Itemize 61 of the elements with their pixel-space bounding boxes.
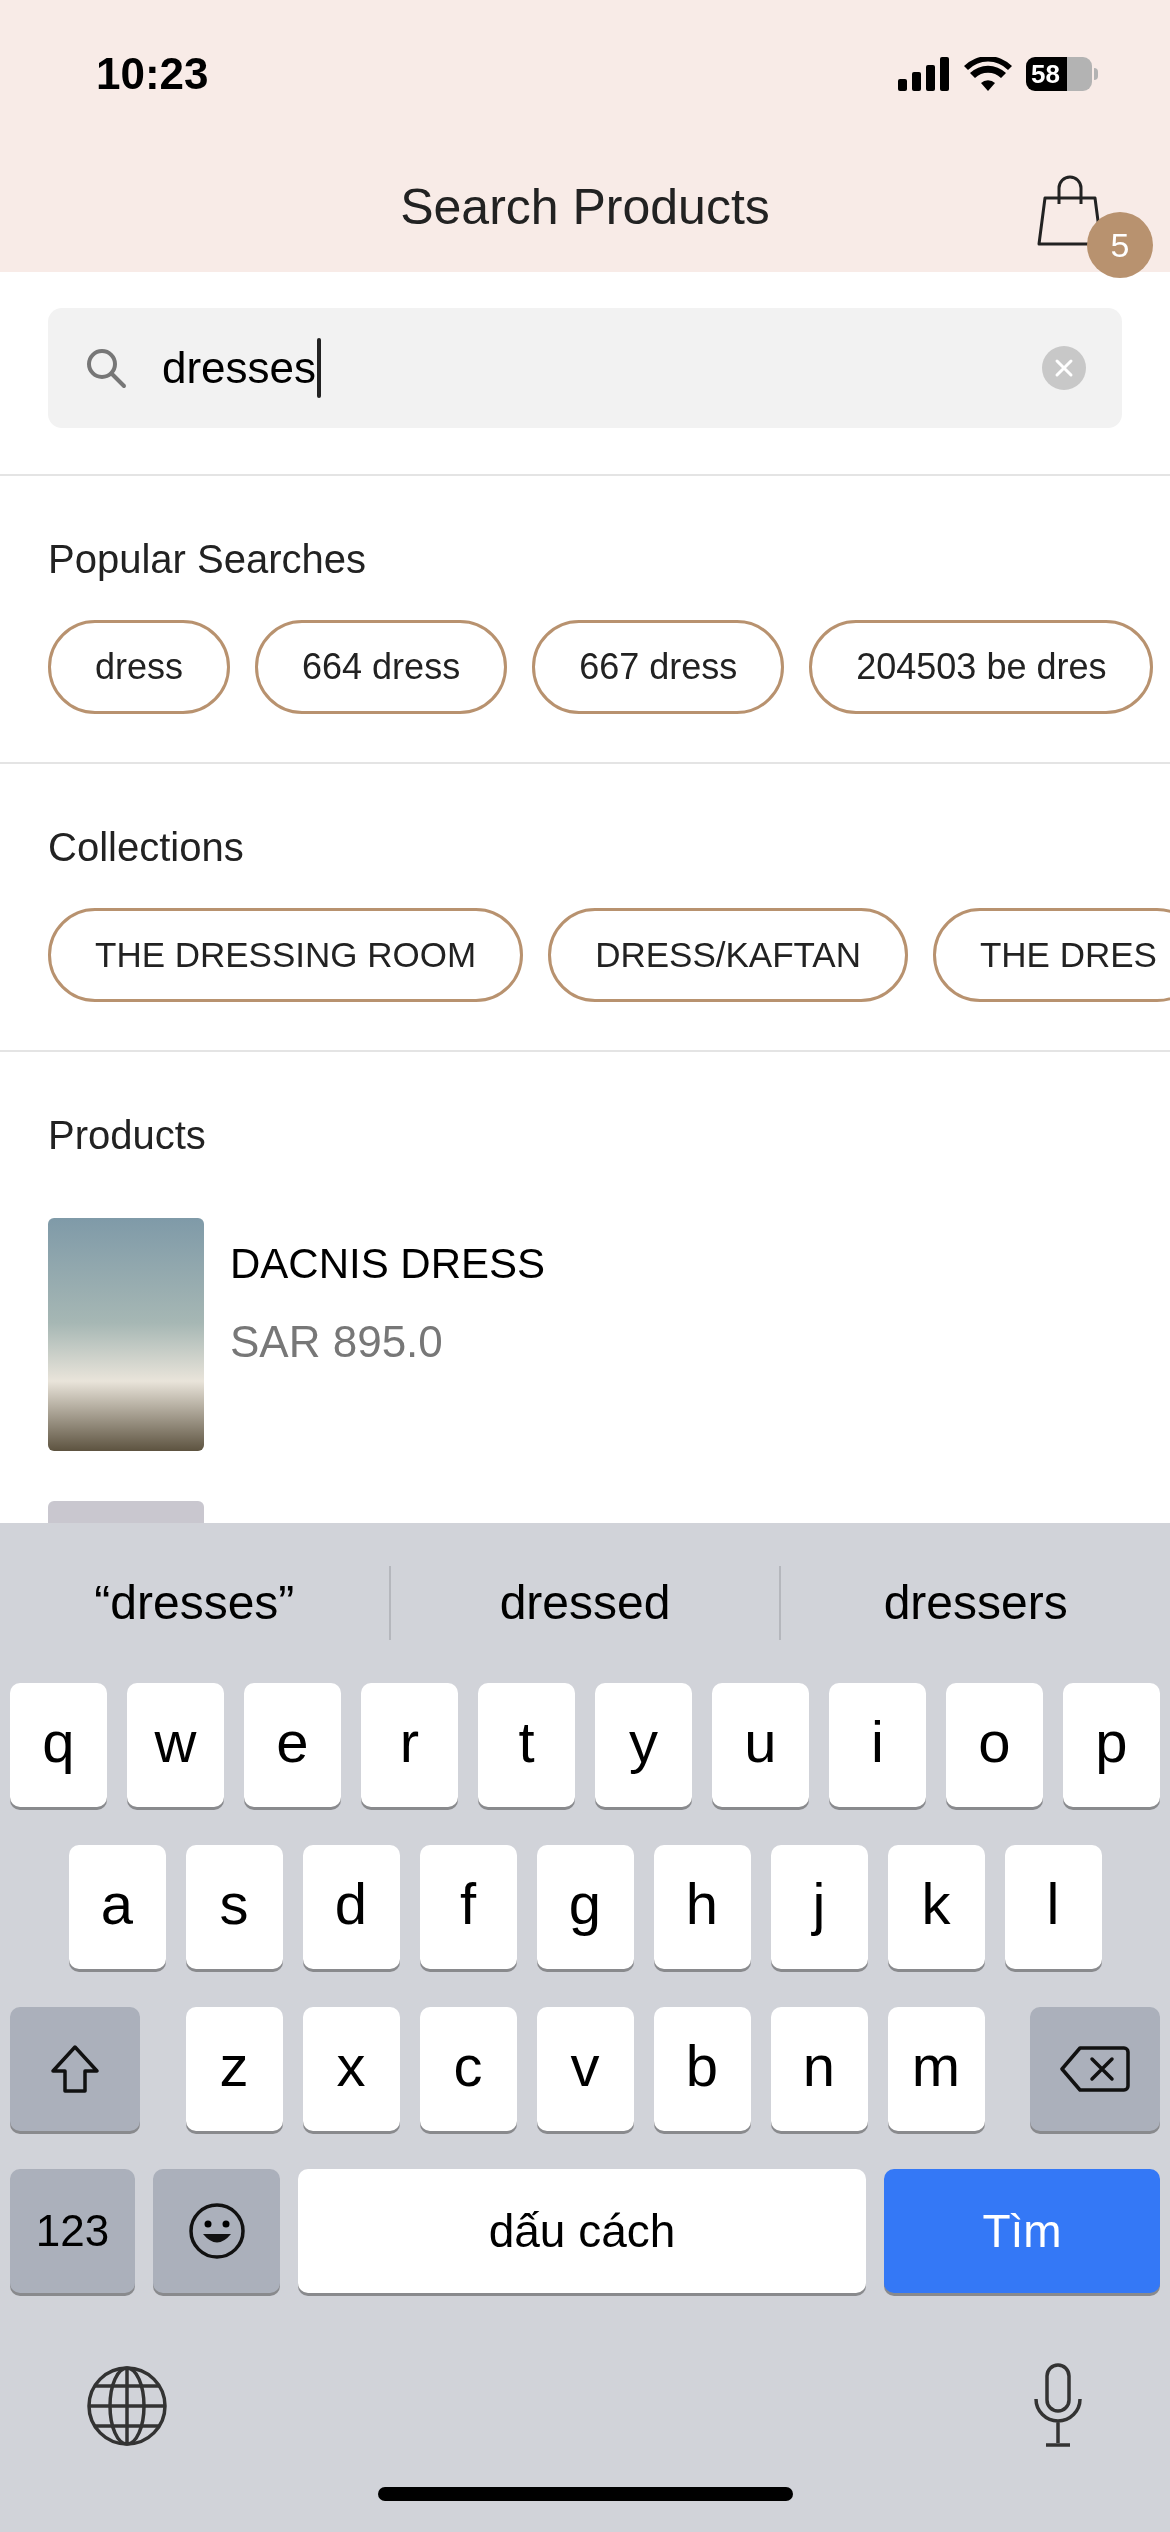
search-chip[interactable]: dress — [48, 620, 231, 714]
product-name[interactable]: DACNIS DRESS — [230, 1232, 546, 1295]
backspace-key[interactable] — [1030, 2007, 1160, 2131]
key[interactable]: g — [536, 1845, 634, 1969]
key[interactable]: n — [770, 2007, 868, 2131]
section-title: Collections — [48, 824, 245, 871]
collection-chip[interactable]: THE DRESSING ROOM — [48, 908, 524, 1002]
section-title: Products — [48, 1112, 207, 1159]
key[interactable]: h — [653, 1845, 751, 1969]
section-title: Popular Searches — [48, 536, 367, 583]
status-time: 10:23 — [96, 48, 209, 100]
close-icon — [1054, 358, 1074, 378]
key[interactable]: d — [302, 1845, 400, 1969]
key[interactable]: v — [536, 2007, 634, 2131]
key[interactable]: z — [185, 2007, 283, 2131]
key[interactable]: i — [829, 1683, 926, 1807]
key[interactable]: p — [1063, 1683, 1160, 1807]
search-key[interactable]: Tìm — [884, 2169, 1160, 2293]
key[interactable]: m — [887, 2007, 985, 2131]
space-key[interactable]: dấu cách — [298, 2169, 866, 2293]
key[interactable]: e — [244, 1683, 341, 1807]
search-field[interactable]: dresses — [48, 308, 1122, 428]
suggestion[interactable]: dressed — [390, 1567, 780, 1639]
key[interactable]: q — [10, 1683, 107, 1807]
key[interactable]: s — [185, 1845, 283, 1969]
collection-chip[interactable]: DRESS/KAFTAN — [548, 908, 908, 1002]
key[interactable]: f — [419, 1845, 517, 1969]
numbers-key[interactable]: 123 — [10, 2169, 135, 2293]
wifi-icon — [964, 57, 1012, 91]
search-chip[interactable]: 664 dress — [255, 620, 508, 714]
suggestion[interactable]: dressers — [781, 1567, 1170, 1639]
microphone-icon[interactable] — [1032, 2363, 1084, 2449]
product-price: SAR 895.0 — [230, 1316, 444, 1368]
key[interactable]: u — [712, 1683, 809, 1807]
key[interactable]: y — [595, 1683, 692, 1807]
shift-key[interactable] — [10, 2007, 140, 2131]
key[interactable]: l — [1004, 1845, 1102, 1969]
backspace-icon — [1060, 2044, 1130, 2094]
product-photo[interactable] — [48, 1218, 204, 1451]
key[interactable]: t — [478, 1683, 575, 1807]
key[interactable]: r — [361, 1683, 458, 1807]
battery-percentage: 58 — [1031, 61, 1060, 87]
collection-chip[interactable]: THE DRES — [932, 908, 1170, 1002]
page-title: Search Products — [400, 177, 770, 237]
smiley-icon — [186, 2201, 247, 2261]
key[interactable]: o — [946, 1683, 1043, 1807]
key[interactable]: b — [653, 2007, 751, 2131]
globe-icon[interactable] — [86, 2365, 168, 2447]
search-icon — [84, 346, 128, 390]
key[interactable]: x — [302, 2007, 400, 2131]
key[interactable]: j — [770, 1845, 868, 1969]
emoji-key[interactable] — [153, 2169, 280, 2293]
key[interactable]: c — [419, 2007, 517, 2131]
suggestion[interactable]: “dresses” — [0, 1567, 389, 1639]
key[interactable]: a — [68, 1845, 166, 1969]
signal-icon — [898, 57, 950, 91]
search-chip[interactable]: 667 dress — [532, 620, 785, 714]
key[interactable]: w — [127, 1683, 224, 1807]
cart-count-badge: 5 — [1087, 212, 1153, 278]
search-chip[interactable]: 204503 be dres — [809, 620, 1154, 714]
key[interactable]: k — [887, 1845, 985, 1969]
